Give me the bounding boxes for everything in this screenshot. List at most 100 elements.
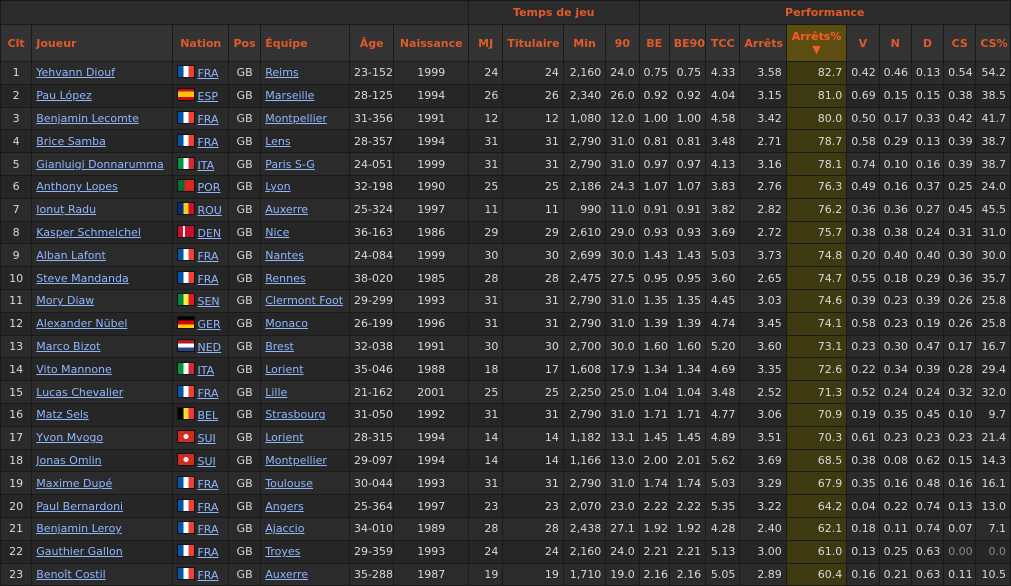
nation-link[interactable]: ROU: [197, 204, 221, 217]
squad-link[interactable]: Auxerre: [265, 203, 308, 216]
saves-cell: 3.35: [739, 357, 787, 382]
d-cell: 0.16: [878, 471, 912, 496]
nation-link[interactable]: GER: [197, 318, 220, 331]
squad-link[interactable]: Toulouse: [265, 477, 313, 490]
squad-link[interactable]: Lille: [265, 386, 287, 399]
squad-link[interactable]: Ajaccio: [265, 522, 304, 535]
player-link[interactable]: Vito Mannone: [36, 363, 112, 376]
squad-link[interactable]: Rennes: [265, 272, 305, 285]
col-header-nation[interactable]: Nation: [172, 24, 229, 62]
nation-link[interactable]: FRA: [197, 273, 218, 286]
col-header-l[interactable]: D: [910, 24, 945, 62]
nation-link[interactable]: BEL: [197, 409, 218, 422]
player-link[interactable]: Alexander Nübel: [36, 317, 127, 330]
cs-cell: 0.26: [943, 311, 977, 336]
mp-cell: 19: [468, 562, 504, 586]
col-header-save-pct[interactable]: Arrêts% ▼: [785, 24, 848, 62]
saves-cell: 3.00: [739, 539, 787, 564]
nation-link[interactable]: NED: [197, 341, 221, 354]
col-header-cs-pct[interactable]: CS%: [975, 24, 1011, 62]
nation-link[interactable]: FRA: [197, 250, 218, 263]
nation-link[interactable]: FRA: [197, 546, 218, 559]
nation-link[interactable]: POR: [197, 181, 220, 194]
col-header-starts[interactable]: Titulaire: [502, 24, 564, 62]
nation-link[interactable]: DEN: [197, 227, 221, 240]
squad-link[interactable]: Brest: [265, 340, 294, 353]
player-link[interactable]: Yehvann Diouf: [36, 66, 115, 79]
player-link[interactable]: Jonas Omlin: [36, 454, 101, 467]
player-link[interactable]: Marco Bizot: [36, 340, 100, 353]
col-header-ga[interactable]: BE: [638, 24, 670, 62]
player-link[interactable]: Ionuț Radu: [36, 203, 96, 216]
nation-link[interactable]: FRA: [197, 523, 218, 536]
player-link[interactable]: Pau López: [36, 89, 92, 102]
col-header-ga90[interactable]: BE90: [668, 24, 707, 62]
col-header-mp[interactable]: MJ: [468, 24, 504, 62]
col-header-rank[interactable]: Clt: [0, 24, 33, 62]
col-header-min[interactable]: Min: [562, 24, 607, 62]
starts-cell: 25: [502, 174, 564, 199]
col-header-pos[interactable]: Pos: [227, 24, 262, 62]
nation-link[interactable]: FRA: [197, 113, 218, 126]
nation-link[interactable]: FRA: [197, 569, 218, 582]
player-link[interactable]: Maxime Dupé: [36, 477, 112, 490]
col-header-90s[interactable]: 90: [605, 24, 640, 62]
player-link[interactable]: Gauthier Gallon: [36, 545, 122, 558]
squad-link[interactable]: Clermont Foot: [265, 294, 343, 307]
nation-link[interactable]: ESP: [197, 90, 218, 103]
col-header-sota[interactable]: TCC: [705, 24, 741, 62]
d-cell: 0.34: [878, 357, 912, 382]
player-link[interactable]: Mory Diaw: [36, 294, 94, 307]
col-header-cs[interactable]: CS: [943, 24, 977, 62]
col-header-saves[interactable]: Arrêts: [739, 24, 787, 62]
player-link[interactable]: Matz Sels: [36, 408, 88, 421]
nation-link[interactable]: SUI: [197, 432, 215, 445]
nation-link[interactable]: SUI: [197, 455, 215, 468]
squad-link[interactable]: Monaco: [265, 317, 308, 330]
col-header-age[interactable]: Âge: [348, 24, 395, 62]
squad-link[interactable]: Lens: [265, 135, 290, 148]
col-header-d[interactable]: N: [878, 24, 912, 62]
save-pct-cell: 74.1: [785, 311, 848, 336]
squad-link[interactable]: Auxerre: [265, 568, 308, 581]
player-link[interactable]: Benjamin Leroy: [36, 522, 122, 535]
squad-link[interactable]: Lyon: [265, 180, 290, 193]
squad-link[interactable]: Montpellier: [265, 112, 327, 125]
col-header-w[interactable]: V: [846, 24, 880, 62]
squad-link[interactable]: Reims: [265, 66, 298, 79]
squad-link[interactable]: Strasbourg: [265, 408, 325, 421]
player-link[interactable]: Gianluigi Donnarumma: [36, 158, 163, 171]
squad-link[interactable]: Nantes: [265, 249, 304, 262]
nation-link[interactable]: FRA: [197, 387, 218, 400]
squad-link[interactable]: Marseille: [265, 89, 314, 102]
player-link[interactable]: Benoît Costil: [36, 568, 105, 581]
nation-link[interactable]: ITA: [197, 364, 214, 377]
col-header-born[interactable]: Naissance: [393, 24, 470, 62]
squad-link[interactable]: Lorient: [265, 363, 303, 376]
squad-link[interactable]: Paris S-G: [265, 158, 315, 171]
nation-link[interactable]: SEN: [197, 295, 219, 308]
col-header-player[interactable]: Joueur: [31, 24, 174, 62]
col-header-squad[interactable]: Équipe: [260, 24, 350, 62]
player-link[interactable]: Yvon Mvogo: [36, 431, 103, 444]
squad-link[interactable]: Nice: [265, 226, 289, 239]
squad-link[interactable]: Troyes: [265, 545, 300, 558]
player-link[interactable]: Alban Lafont: [36, 249, 106, 262]
squad-link[interactable]: Angers: [265, 500, 304, 513]
nation-link[interactable]: FRA: [197, 67, 218, 80]
squad-link[interactable]: Montpellier: [265, 454, 327, 467]
player-link[interactable]: Steve Mandanda: [36, 272, 128, 285]
nation-link[interactable]: ITA: [197, 159, 214, 172]
player-link[interactable]: Kasper Schmeichel: [36, 226, 141, 239]
age-cell: 28-125: [348, 83, 395, 108]
player-link[interactable]: Lucas Chevalier: [36, 386, 123, 399]
nation-cell: FRA: [172, 516, 229, 541]
nation-link[interactable]: FRA: [197, 501, 218, 514]
player-link[interactable]: Anthony Lopes: [36, 180, 118, 193]
nation-link[interactable]: FRA: [197, 136, 218, 149]
player-link[interactable]: Paul Bernardoni: [36, 500, 123, 513]
nation-link[interactable]: FRA: [197, 478, 218, 491]
player-link[interactable]: Brice Samba: [36, 135, 106, 148]
player-link[interactable]: Benjamin Lecomte: [36, 112, 139, 125]
squad-link[interactable]: Lorient: [265, 431, 303, 444]
